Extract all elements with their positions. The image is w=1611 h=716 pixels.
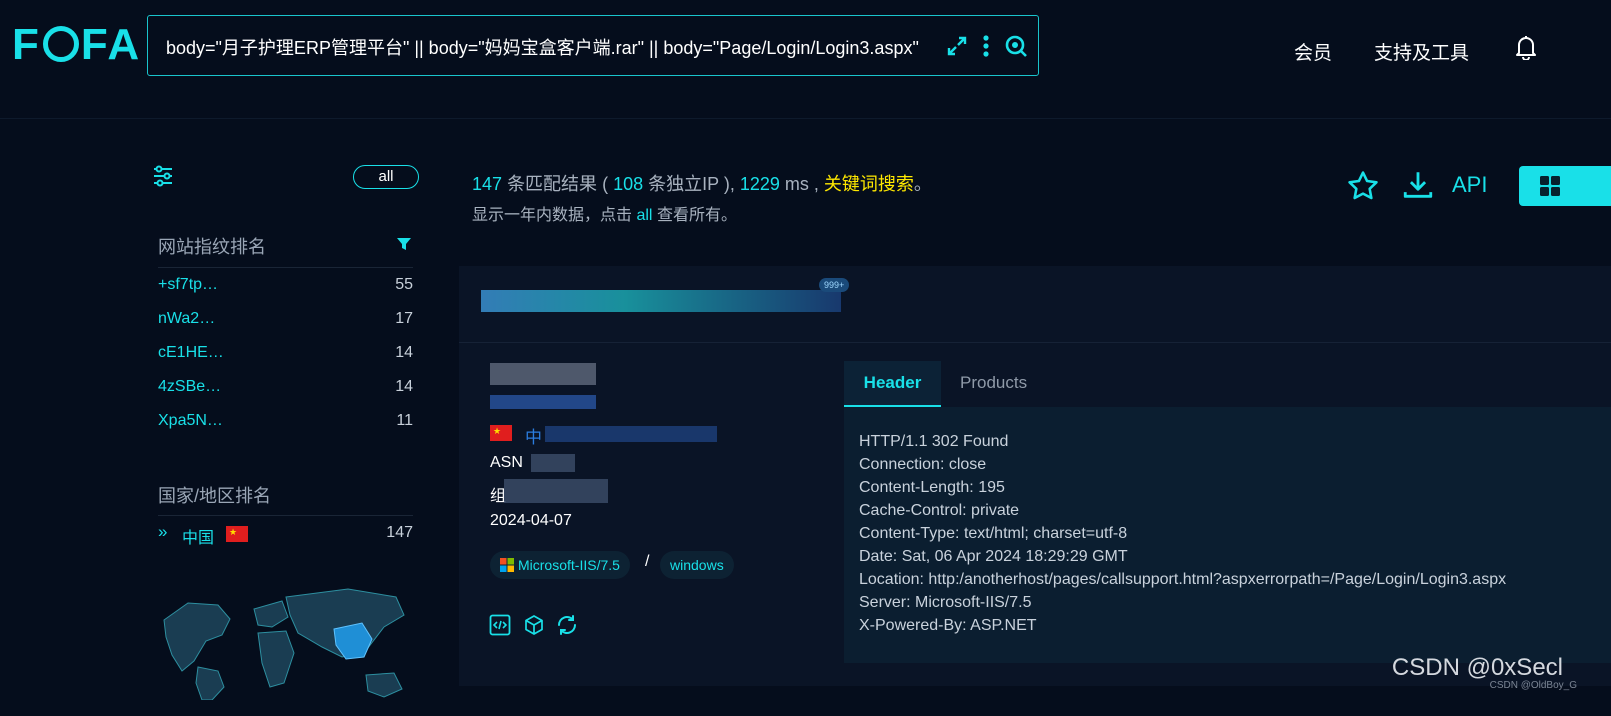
location-text[interactable]: 中 [525,423,542,448]
asn-label: ASN [490,454,523,471]
country-ranking-title: 国家/地区排名 [158,486,272,506]
os-tag[interactable]: windows [660,551,734,579]
bell-icon[interactable] [1514,34,1538,60]
fingerprint-item[interactable]: nWa2… 17 [158,302,413,336]
nav-member[interactable]: 会员 [1294,38,1332,65]
search-box [147,15,1039,77]
result-card: 999+ ★ 中 ASN 组 2024-04-07 Microsoft-IIS/… [459,266,1611,686]
fofa-logo[interactable]: F FA [12,20,141,70]
server-tag[interactable]: Microsoft-IIS/7.5 [490,551,630,579]
header-line: Cache-Control: private [859,502,1020,519]
refresh-icon[interactable] [555,613,579,637]
header-line: HTTP/1.1 302 Found [859,433,1009,450]
result-stats: 147 条匹配结果 ( 108 条独立IP ), 1229 ms , 关键词搜索… [472,174,932,194]
fingerprint-item[interactable]: Xpa5N… 11 [158,404,413,438]
header-line: Location: http:/anotherhost/pages/callsu… [859,571,1507,588]
header-line: X-Powered-By: ASP.NET [859,617,1037,634]
blurred-host-link[interactable] [481,290,841,312]
blurred-org [504,479,608,503]
update-date: 2024-04-07 [490,512,572,529]
fingerprint-item[interactable]: +sf7tp… 55 [158,268,413,302]
logo-letters-fa: FA [80,20,142,69]
blurred-ip[interactable] [490,363,596,385]
grid-icon [1540,176,1560,196]
china-flag-icon: ★ [490,425,512,441]
header-line: Connection: close [859,456,987,473]
all-filter-button[interactable]: all [353,165,419,189]
nav-tools[interactable]: 支持及工具 [1374,38,1469,65]
blurred-location [545,426,717,442]
show-all-link[interactable]: all [636,207,652,224]
star-icon[interactable] [1346,169,1380,203]
expand-icon[interactable] [945,34,969,58]
windows-logo-icon [500,558,514,572]
grid-view-button[interactable] [1519,166,1611,206]
fingerprint-item[interactable]: cE1HE… 14 [158,336,413,370]
http-header-panel: HTTP/1.1 302 Found Connection: close Con… [844,407,1611,663]
download-icon[interactable] [1401,168,1435,202]
search-icon[interactable] [1004,34,1028,58]
code-icon[interactable] [489,614,511,636]
fingerprint-item[interactable]: 4zSBe… 14 [158,370,413,404]
logo-letter-f: F [12,20,41,69]
china-flag-icon: ★ [226,526,248,542]
logo-ring-icon [42,26,79,63]
top-bar: F FA 会员 支持及工具 [0,0,1611,119]
blurred-asn [531,454,575,472]
tab-products[interactable]: Products [960,361,1027,407]
csdn-watermark: CSDN @0xSecl [1391,654,1563,681]
filter-funnel-icon[interactable] [396,236,412,252]
result-hint: 显示一年内数据，点击 all 查看所有。 [472,207,737,224]
more-vertical-icon[interactable] [974,34,998,58]
blurred-domain[interactable] [490,395,596,409]
world-map[interactable] [158,575,416,700]
count-badge: 999+ [819,278,850,292]
tag-separator: / [645,553,650,570]
sliders-icon[interactable] [152,165,174,187]
cube-icon[interactable] [523,614,545,636]
header-line: Server: Microsoft-IIS/7.5 [859,594,1032,611]
double-chevron-right-icon: » [158,522,168,541]
country-item-china[interactable]: » 中国 ★ 147 [158,516,413,550]
keyword-search-link[interactable]: 关键词搜索 [824,174,914,194]
header-line: Content-Length: 195 [859,479,1005,496]
search-input[interactable] [164,16,948,77]
result-card-header: 999+ [459,266,1611,343]
header-line: Content-Type: text/html; charset=utf-8 [859,525,1128,542]
header-line: Date: Sat, 06 Apr 2024 18:29:29 GMT [859,548,1128,565]
detail-tabs: Header Products [844,361,1611,407]
tab-header[interactable]: Header [844,361,941,407]
api-button[interactable]: API [1452,172,1487,198]
csdn-watermark-small: CSDN @OldBoy_G [1489,680,1577,691]
fingerprint-ranking-title: 网站指纹排名 [158,237,266,257]
